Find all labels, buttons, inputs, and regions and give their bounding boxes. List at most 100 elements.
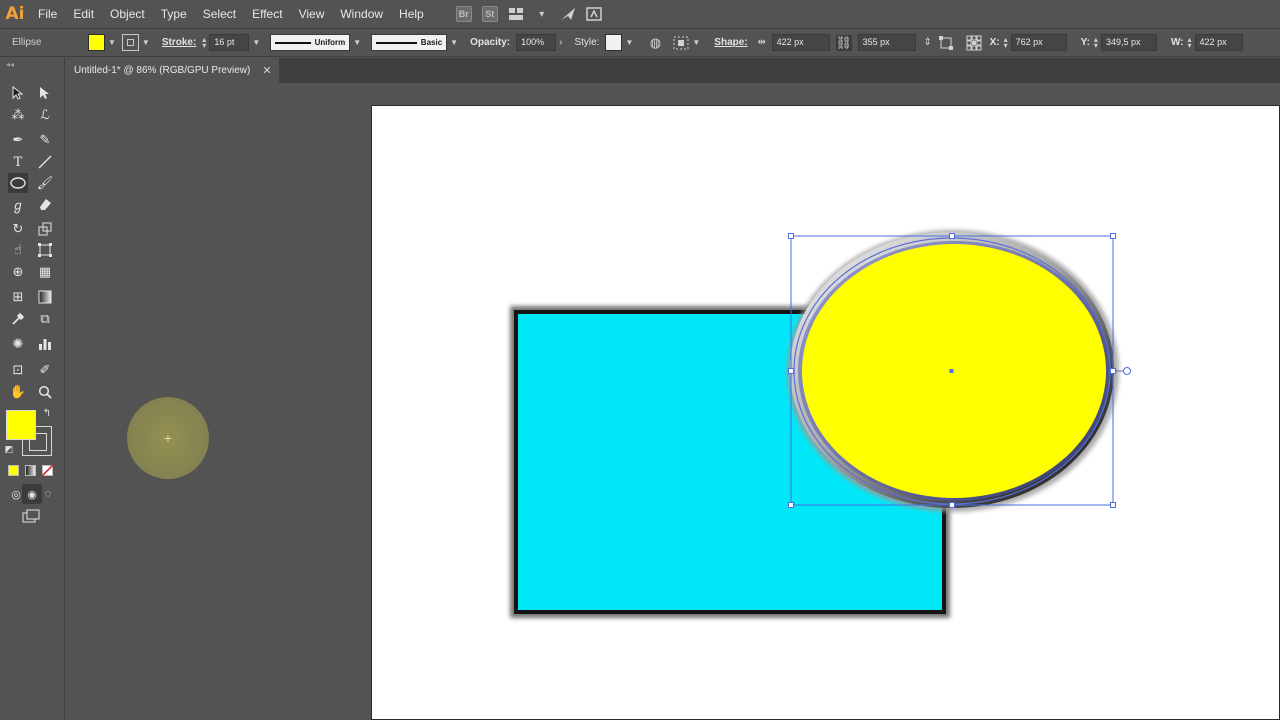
chevron-down-icon[interactable]: ▼ bbox=[252, 38, 260, 47]
stroke-label[interactable]: Stroke: bbox=[162, 37, 196, 48]
chevron-right-icon[interactable]: › bbox=[559, 37, 562, 48]
handle-middle-left bbox=[788, 368, 794, 374]
paintbrush-icon[interactable]: 🖌 bbox=[35, 173, 55, 193]
chevron-down-icon[interactable]: ▼ bbox=[353, 38, 361, 47]
warp-tool-icon[interactable]: ☝ bbox=[8, 240, 28, 260]
ellipse-tool-icon[interactable] bbox=[8, 173, 28, 193]
document-tab[interactable]: Untitled-1* @ 86% (RGB/GPU Preview) ✕ bbox=[65, 58, 279, 83]
stroke-weight-field[interactable]: 16 pt bbox=[209, 34, 250, 51]
column-graph-icon[interactable] bbox=[35, 334, 55, 354]
constrain-proportions-icon[interactable]: ⛓ bbox=[835, 34, 852, 51]
y-field[interactable]: 349,5 px bbox=[1100, 34, 1157, 51]
recolor-artwork-icon[interactable]: ◍ bbox=[647, 35, 663, 51]
shaper-tool-icon[interactable]: ℊ bbox=[8, 194, 28, 214]
color-mode-icon[interactable] bbox=[8, 465, 19, 476]
brush-definition[interactable]: Basic bbox=[371, 34, 448, 51]
w-field[interactable]: 422 px bbox=[1194, 34, 1243, 51]
symbol-sprayer-icon[interactable]: ✺ bbox=[8, 334, 28, 354]
w-stepper[interactable]: ▴ ▾ bbox=[1188, 35, 1192, 49]
gradient-tool-icon[interactable] bbox=[35, 287, 55, 307]
variable-width-profile[interactable]: Uniform bbox=[270, 34, 351, 51]
selection-tool-icon[interactable] bbox=[8, 83, 28, 103]
curvature-tool-icon[interactable]: ✎ bbox=[35, 130, 55, 150]
menu-effect[interactable]: Effect bbox=[244, 0, 290, 28]
workspace-switcher-icon[interactable] bbox=[585, 6, 602, 22]
fill-swatch[interactable] bbox=[6, 410, 36, 440]
blend-tool-icon[interactable]: ⧉ bbox=[35, 309, 55, 329]
menu-extras: Br St ▾ bbox=[455, 6, 602, 22]
artboard-tool-icon[interactable]: ⊡ bbox=[8, 360, 28, 380]
shape-label[interactable]: Shape: bbox=[714, 37, 747, 48]
eyedropper-icon[interactable] bbox=[8, 309, 28, 329]
line-tool-icon[interactable] bbox=[35, 152, 55, 172]
magic-wand-icon[interactable]: ⁂ bbox=[8, 105, 28, 125]
control-bar: Ellipse ▼ ▼ Stroke: ▴ ▾ 16 pt ▼ Uniform ▼… bbox=[0, 28, 1280, 57]
default-fill-stroke-icon[interactable]: ◩ bbox=[2, 442, 16, 456]
shape-height-field[interactable]: 355 px bbox=[857, 34, 916, 51]
none-mode-icon[interactable] bbox=[42, 465, 53, 476]
close-icon[interactable]: ✕ bbox=[262, 64, 271, 77]
app-logo: Ai bbox=[5, 4, 25, 24]
opacity-field[interactable]: 100% bbox=[516, 34, 557, 51]
y-stepper[interactable]: ▴ ▾ bbox=[1094, 35, 1098, 49]
x-stepper[interactable]: ▴ ▾ bbox=[1004, 35, 1008, 49]
gradient-mode-icon[interactable] bbox=[25, 465, 36, 476]
menu-window[interactable]: Window bbox=[332, 0, 391, 28]
pen-tool-icon[interactable]: ✒ bbox=[8, 130, 28, 150]
menu-view[interactable]: View bbox=[291, 0, 333, 28]
slice-tool-icon[interactable]: ✐ bbox=[35, 360, 55, 380]
perspective-grid-icon[interactable]: ▦ bbox=[35, 262, 55, 282]
handle-bottom-right bbox=[1110, 502, 1116, 508]
stock-icon[interactable]: St bbox=[481, 6, 498, 22]
x-field[interactable]: 762 px bbox=[1010, 34, 1067, 51]
rotate-tool-icon[interactable]: ↻ bbox=[8, 219, 28, 239]
zoom-tool-icon[interactable] bbox=[35, 382, 55, 402]
arrange-documents-icon[interactable] bbox=[508, 6, 524, 22]
chevron-down-icon[interactable]: ▼ bbox=[450, 38, 458, 47]
bridge-icon[interactable]: Br bbox=[455, 6, 472, 22]
align-icon[interactable] bbox=[673, 35, 689, 51]
artwork bbox=[510, 230, 1131, 618]
brush-label: Basic bbox=[420, 38, 443, 47]
lasso-icon[interactable]: ℒ bbox=[35, 105, 55, 125]
menu-file[interactable]: File bbox=[30, 0, 65, 28]
handle-bottom-left bbox=[788, 502, 794, 508]
shape-width-field[interactable]: 422 px bbox=[771, 34, 830, 51]
gpu-performance-icon[interactable] bbox=[560, 6, 576, 22]
menu-type[interactable]: Type bbox=[153, 0, 195, 28]
mesh-tool-icon[interactable]: ⊞ bbox=[8, 287, 28, 307]
opacity-label[interactable]: Opacity: bbox=[470, 37, 510, 48]
menu-help[interactable]: Help bbox=[391, 0, 432, 28]
draw-inside-icon[interactable]: ◌ bbox=[38, 484, 58, 504]
graphic-style-swatch[interactable] bbox=[605, 34, 623, 51]
type-tool-icon[interactable]: T bbox=[8, 152, 28, 172]
direct-selection-tool-icon[interactable] bbox=[35, 83, 55, 103]
chevron-down-icon[interactable]: ▾ bbox=[534, 6, 550, 22]
chevron-down-icon[interactable]: ▼ bbox=[625, 38, 633, 47]
menu-edit[interactable]: Edit bbox=[65, 0, 102, 28]
swap-fill-stroke-icon[interactable]: ↰ bbox=[40, 406, 54, 420]
menu-select[interactable]: Select bbox=[195, 0, 244, 28]
center-point bbox=[949, 369, 954, 373]
screen-mode-icon[interactable] bbox=[21, 506, 41, 526]
menu-object[interactable]: Object bbox=[102, 0, 153, 28]
y-label: Y: bbox=[1080, 37, 1090, 48]
chevron-down-icon[interactable]: ▼ bbox=[108, 38, 116, 47]
handle-bottom-center bbox=[949, 502, 955, 508]
stroke-color-swatch[interactable] bbox=[121, 34, 139, 51]
chevron-down-icon[interactable]: ▼ bbox=[142, 38, 150, 47]
eraser-icon[interactable] bbox=[35, 194, 55, 214]
fill-color-swatch[interactable] bbox=[88, 34, 105, 51]
chevron-down-icon[interactable]: ▼ bbox=[692, 38, 700, 47]
shape-builder-icon[interactable]: ⊕ bbox=[8, 262, 28, 282]
panel-collapse-icon[interactable]: ◂◂ bbox=[6, 60, 14, 69]
transform-icon[interactable] bbox=[938, 35, 954, 51]
x-label: X: bbox=[989, 37, 1000, 48]
document-tab-bar: Untitled-1* @ 86% (RGB/GPU Preview) ✕ bbox=[65, 58, 1280, 83]
scale-tool-icon[interactable] bbox=[35, 219, 55, 239]
reference-point-icon[interactable] bbox=[966, 35, 982, 51]
stroke-weight-stepper[interactable]: ▴ ▾ bbox=[202, 35, 206, 49]
canvas-area[interactable]: + bbox=[65, 83, 1280, 720]
free-transform-icon[interactable] bbox=[35, 240, 55, 260]
hand-tool-icon[interactable]: ✋ bbox=[8, 382, 28, 402]
